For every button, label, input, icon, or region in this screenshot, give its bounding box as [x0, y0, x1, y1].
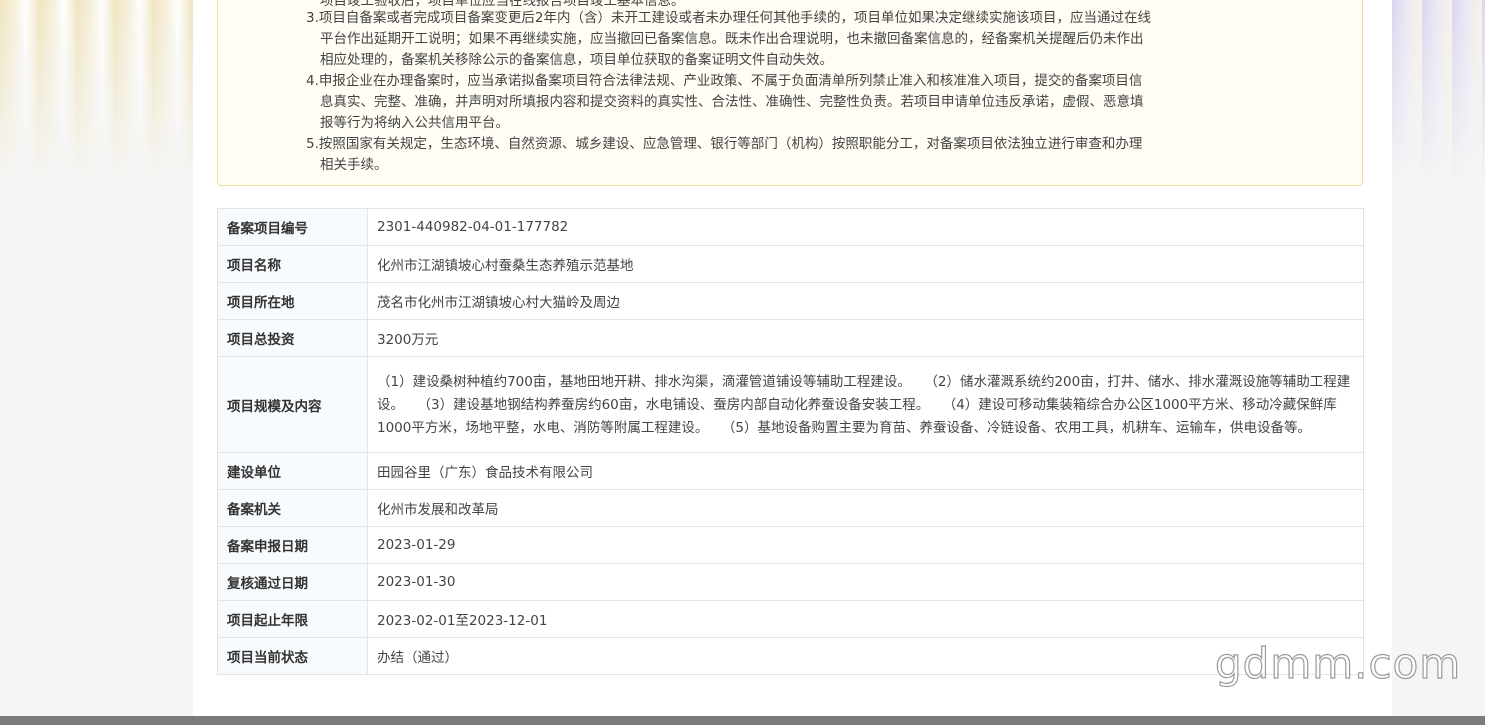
- table-row: 项目起止年限 2023-02-01至2023-12-01: [217, 600, 1364, 638]
- table-row: 建设单位 田园谷里（广东）食品技术有限公司: [217, 452, 1364, 490]
- row-label: 项目规模及内容: [217, 356, 368, 453]
- row-value: 化州市江湖镇坡心村蚕桑生态养殖示范基地: [367, 245, 1364, 283]
- notice-line: 息真实、完整、准确，并声明对所填报内容和提交资料的真实性、合法性、准确性、完整性…: [320, 94, 1144, 110]
- notice-line: 相应处理的，备案机关移除公示的备案信息，项目单位获取的备案证明文件自动失效。: [320, 52, 833, 68]
- row-label: 项目总投资: [217, 319, 368, 357]
- row-value: 2023-01-30: [367, 563, 1364, 601]
- notice-line: 3.项目自备案或者完成项目备案变更后2年内（含）未开工建设或者未办理任何其他手续…: [306, 10, 1151, 26]
- row-label: 备案机关: [217, 489, 368, 527]
- table-row: 项目规模及内容 （1）建设桑树种植约700亩，基地田地开耕、排水沟渠，滴灌管道铺…: [217, 356, 1364, 453]
- notice-line: 5.按照国家有关规定，生态环境、自然资源、城乡建设、应急管理、银行等部门（机构）…: [306, 136, 1143, 152]
- notice-box: 项目竣工验收后，项目单位应当在线报告项目竣工基本信息。 3.项目自备案或者完成项…: [217, 0, 1363, 186]
- row-label: 复核通过日期: [217, 563, 368, 601]
- row-label: 项目名称: [217, 245, 368, 283]
- row-label: 项目所在地: [217, 282, 368, 320]
- table-row: 项目当前状态 办结（通过）: [217, 637, 1364, 675]
- table-row: 项目所在地 茂名市化州市江湖镇坡心村大猫岭及周边: [217, 282, 1364, 320]
- main-content: 项目竣工验收后，项目单位应当在线报告项目竣工基本信息。 3.项目自备案或者完成项…: [193, 0, 1392, 716]
- row-value: 化州市发展和改革局: [367, 489, 1364, 527]
- background-banner-left: [0, 0, 193, 190]
- notice-line: 4.申报企业在办理备案时，应当承诺拟备案项目符合法律法规、产业政策、不属于负面清…: [306, 73, 1143, 89]
- row-value: 3200万元: [367, 319, 1364, 357]
- table-row: 备案项目编号 2301-440982-04-01-177782: [217, 208, 1364, 246]
- table-row: 备案申报日期 2023-01-29: [217, 526, 1364, 564]
- row-value: 2301-440982-04-01-177782: [367, 208, 1364, 246]
- notice-line: 平台作出延期开工说明；如果不再继续实施，应当撤回已备案信息。既未作出合理说明，也…: [320, 31, 1144, 47]
- notice-line: 相关手续。: [320, 157, 388, 173]
- notice-line: 报等行为将纳入公共信用平台。: [320, 115, 509, 131]
- table-row: 复核通过日期 2023-01-30: [217, 563, 1364, 601]
- row-value: （1）建设桑树种植约700亩，基地田地开耕、排水沟渠，滴灌管道铺设等辅助工程建设…: [367, 356, 1364, 453]
- project-info-table: 备案项目编号 2301-440982-04-01-177782 项目名称 化州市…: [217, 208, 1364, 675]
- row-value: 田园谷里（广东）食品技术有限公司: [367, 452, 1364, 490]
- background-banner-right: [1392, 0, 1485, 190]
- row-label: 项目当前状态: [217, 637, 368, 675]
- table-row: 项目总投资 3200万元: [217, 319, 1364, 357]
- site-watermark: gdmm.com: [1214, 638, 1462, 688]
- row-value: 茂名市化州市江湖镇坡心村大猫岭及周边: [367, 282, 1364, 320]
- footer-bar: [0, 716, 1485, 725]
- table-row: 项目名称 化州市江湖镇坡心村蚕桑生态养殖示范基地: [217, 245, 1364, 283]
- row-label: 备案申报日期: [217, 526, 368, 564]
- row-label: 建设单位: [217, 452, 368, 490]
- row-label: 备案项目编号: [217, 208, 368, 246]
- row-label: 项目起止年限: [217, 600, 368, 638]
- row-value: 2023-01-29: [367, 526, 1364, 564]
- table-row: 备案机关 化州市发展和改革局: [217, 489, 1364, 527]
- row-value: 2023-02-01至2023-12-01: [367, 600, 1364, 638]
